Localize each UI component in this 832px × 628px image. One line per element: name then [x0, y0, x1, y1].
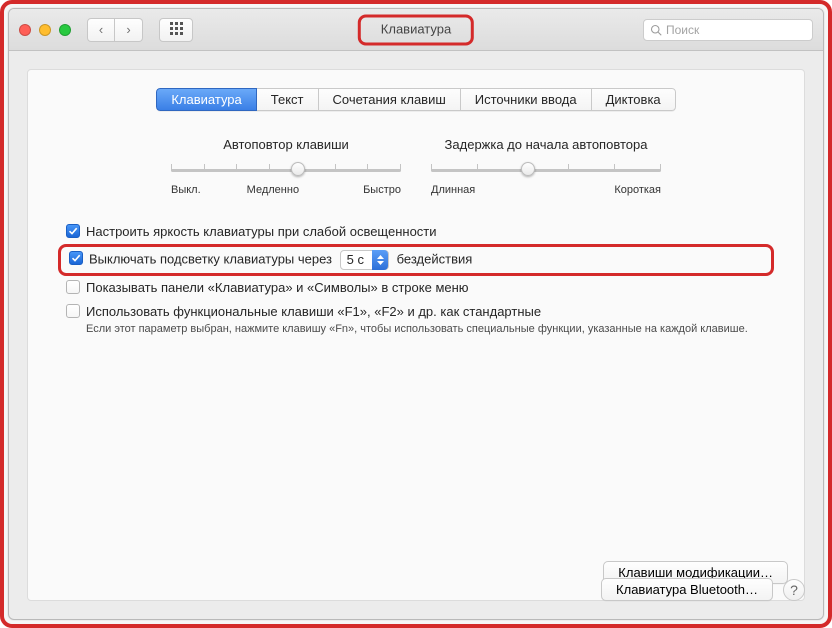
delay-title: Задержка до начала автоповтора: [431, 137, 661, 152]
help-button[interactable]: ?: [783, 579, 805, 601]
search-input[interactable]: Поиск: [643, 19, 813, 41]
key-repeat-labels: Выкл. Медленно Быстро: [171, 184, 401, 196]
show-all-button[interactable]: [159, 18, 193, 42]
search-placeholder: Поиск: [666, 23, 699, 37]
key-repeat-knob[interactable]: [291, 162, 305, 176]
check-icon: [71, 253, 81, 263]
back-button[interactable]: ‹: [87, 18, 115, 42]
key-repeat-slider[interactable]: [171, 158, 401, 182]
key-repeat-box: Автоповтор клавиши Выкл. Медленно Быстро: [171, 137, 401, 196]
tab-keyboard[interactable]: Клавиатура: [156, 88, 256, 111]
delay-labels: Длинная Короткая: [431, 184, 661, 196]
adjust-brightness-row: Настроить яркость клавиатуры при слабой …: [66, 220, 766, 244]
zoom-button[interactable]: [59, 24, 71, 36]
window-title-wrap: Клавиатура: [358, 14, 474, 45]
window-controls: [19, 24, 71, 36]
adjust-brightness-checkbox[interactable]: [66, 224, 80, 238]
stepper-icon: [372, 250, 388, 270]
preferences-window: ‹ › Клавиатура Поиск Клавиатура Текст Со…: [8, 8, 824, 620]
nav-buttons: ‹ ›: [87, 18, 143, 42]
sliders-row: Автоповтор клавиши Выкл. Медленно Быстро…: [82, 137, 750, 196]
window-title: Клавиатура: [358, 14, 474, 45]
content-panel: Клавиатура Текст Сочетания клавиш Источн…: [27, 69, 805, 601]
idle-time-select[interactable]: 5 с: [340, 250, 389, 270]
titlebar: ‹ › Клавиатура Поиск: [9, 9, 823, 51]
check-icon: [68, 226, 78, 236]
tab-dictation[interactable]: Диктовка: [592, 88, 676, 111]
show-viewer-row: Показывать панели «Клавиатура» и «Символ…: [66, 276, 766, 300]
tab-shortcuts[interactable]: Сочетания клавиш: [319, 88, 461, 111]
delay-box: Задержка до начала автоповтора Длинная К…: [431, 137, 661, 196]
key-repeat-title: Автоповтор клавиши: [171, 137, 401, 152]
show-viewer-checkbox[interactable]: [66, 280, 80, 294]
minimize-button[interactable]: [39, 24, 51, 36]
fn-keys-checkbox[interactable]: [66, 304, 80, 318]
grid-icon: [170, 22, 183, 35]
tab-input-sources[interactable]: Источники ввода: [461, 88, 592, 111]
highlight-frame: ‹ › Клавиатура Поиск Клавиатура Текст Со…: [0, 0, 832, 628]
forward-button[interactable]: ›: [115, 18, 143, 42]
turn-off-label: Выключать подсветку клавиатуры через 5 с…: [89, 250, 472, 270]
checkbox-section: Настроить яркость клавиатуры при слабой …: [66, 220, 766, 339]
tab-text[interactable]: Текст: [257, 88, 319, 111]
close-button[interactable]: [19, 24, 31, 36]
turn-off-checkbox[interactable]: [69, 251, 83, 265]
search-icon: [650, 24, 662, 36]
fn-keys-hint: Если этот параметр выбран, нажмите клави…: [86, 322, 748, 336]
tab-bar: Клавиатура Текст Сочетания клавиш Источн…: [28, 88, 804, 111]
turn-off-backlight-row: Выключать подсветку клавиатуры через 5 с…: [58, 244, 774, 276]
bluetooth-keyboard-button[interactable]: Клавиатура Bluetooth…: [601, 578, 773, 601]
delay-slider[interactable]: [431, 158, 661, 182]
fn-keys-label: Использовать функциональные клавиши «F1»…: [86, 303, 748, 321]
delay-knob[interactable]: [521, 162, 535, 176]
fn-keys-label-wrap: Использовать функциональные клавиши «F1»…: [86, 303, 748, 336]
show-viewer-label: Показывать панели «Клавиатура» и «Символ…: [86, 279, 469, 297]
bottom-bar: Клавиатура Bluetooth… ?: [601, 578, 805, 601]
fn-keys-row: Использовать функциональные клавиши «F1»…: [66, 300, 766, 339]
adjust-brightness-label: Настроить яркость клавиатуры при слабой …: [86, 223, 437, 241]
